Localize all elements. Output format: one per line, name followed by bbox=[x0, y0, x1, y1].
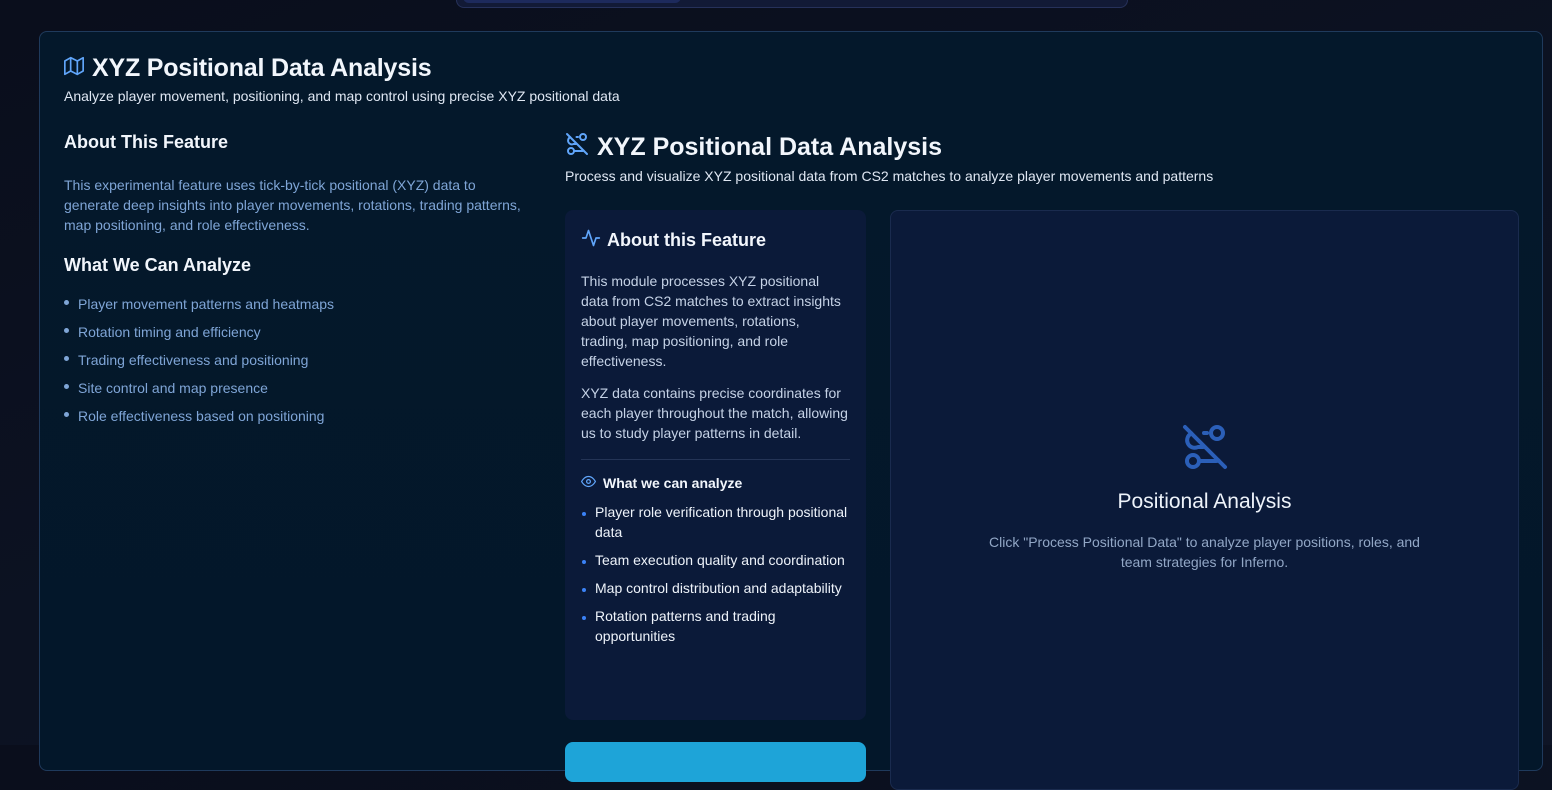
list-item-text: Role effectiveness based on positioning bbox=[78, 408, 325, 424]
empty-state: Positional Analysis Click "Process Posit… bbox=[891, 423, 1518, 572]
bullet bbox=[64, 384, 69, 389]
list-item-text: Map control distribution and adaptabilit… bbox=[595, 580, 842, 596]
about-panel-title: About this Feature bbox=[607, 230, 767, 250]
list-item: Team execution quality and coordination bbox=[581, 550, 850, 570]
what-we-analyze-title: What we can analyze bbox=[603, 475, 743, 491]
bullet bbox=[582, 512, 586, 516]
process-positional-data-button[interactable] bbox=[565, 742, 866, 782]
activity-icon bbox=[581, 228, 601, 253]
about-panel-paragraph-2: XYZ data contains precise coordinates fo… bbox=[581, 385, 848, 441]
page-subtitle: Analyze player movement, positioning, an… bbox=[64, 88, 620, 104]
active-tab[interactable] bbox=[463, 0, 681, 3]
list-item: Trading effectiveness and positioning bbox=[64, 350, 524, 370]
empty-state-text: Click "Process Positional Data" to analy… bbox=[989, 534, 1420, 570]
analyze-list: Player movement patterns and heatmaps Ro… bbox=[64, 294, 524, 426]
about-section: About This Feature This experimental fea… bbox=[64, 132, 524, 434]
list-item: Player movement patterns and heatmaps bbox=[64, 294, 524, 314]
empty-state-title: Positional Analysis bbox=[1117, 490, 1292, 513]
positional-visualization-panel: Positional Analysis Click "Process Posit… bbox=[890, 210, 1519, 790]
about-heading: About This Feature bbox=[64, 132, 229, 152]
list-item-text: Rotation patterns and trading opportunit… bbox=[595, 608, 776, 644]
eye-icon bbox=[581, 474, 596, 492]
top-tab-bar bbox=[456, 0, 1128, 8]
about-panel-title-row: About this Feature bbox=[581, 228, 850, 253]
bullet bbox=[64, 300, 69, 305]
bullet bbox=[582, 616, 586, 620]
list-item-text: Team execution quality and coordination bbox=[595, 552, 845, 568]
about-description: This experimental feature uses tick-by-t… bbox=[64, 177, 521, 233]
list-item-text: Player movement patterns and heatmaps bbox=[78, 296, 335, 312]
list-item: Rotation patterns and trading opportunit… bbox=[581, 606, 850, 646]
what-we-analyze-title-row: What we can analyze bbox=[581, 474, 850, 492]
map-icon bbox=[63, 54, 84, 83]
list-item: Player role verification through positio… bbox=[581, 502, 850, 542]
analyze-heading: What We Can Analyze bbox=[64, 255, 252, 275]
list-item-text: Site control and map presence bbox=[78, 380, 268, 396]
list-item-text: Rotation timing and efficiency bbox=[78, 324, 261, 340]
list-item: Rotation timing and efficiency bbox=[64, 322, 524, 342]
about-panel-paragraph-1: This module processes XYZ positional dat… bbox=[581, 273, 841, 369]
bullet bbox=[64, 328, 69, 333]
module-subtitle: Process and visualize XYZ positional dat… bbox=[565, 168, 1214, 184]
page-title: XYZ Positional Data Analysis bbox=[92, 54, 432, 82]
divider bbox=[581, 459, 850, 460]
bullet bbox=[582, 560, 586, 564]
analyze-capabilities-list: Player role verification through positio… bbox=[581, 502, 850, 646]
module-title: XYZ Positional Data Analysis bbox=[597, 133, 943, 161]
module-title-row: XYZ Positional Data Analysis bbox=[565, 132, 942, 163]
bullet bbox=[64, 412, 69, 417]
route-off-icon bbox=[1181, 425, 1229, 475]
list-item: Role effectiveness based on positioning bbox=[64, 406, 524, 426]
list-item: Site control and map presence bbox=[64, 378, 524, 398]
positional-analysis-card: XYZ Positional Data Analysis Analyze pla… bbox=[39, 31, 1543, 790]
route-off-icon bbox=[565, 132, 589, 163]
bullet bbox=[64, 356, 69, 361]
list-item-text: Player role verification through positio… bbox=[595, 504, 848, 540]
list-item: Map control distribution and adaptabilit… bbox=[581, 578, 850, 598]
about-feature-panel: About this Feature This module processes… bbox=[565, 210, 866, 720]
bullet bbox=[582, 588, 586, 592]
list-item-text: Trading effectiveness and positioning bbox=[78, 352, 309, 368]
page-title-row: XYZ Positional Data Analysis bbox=[63, 54, 432, 83]
